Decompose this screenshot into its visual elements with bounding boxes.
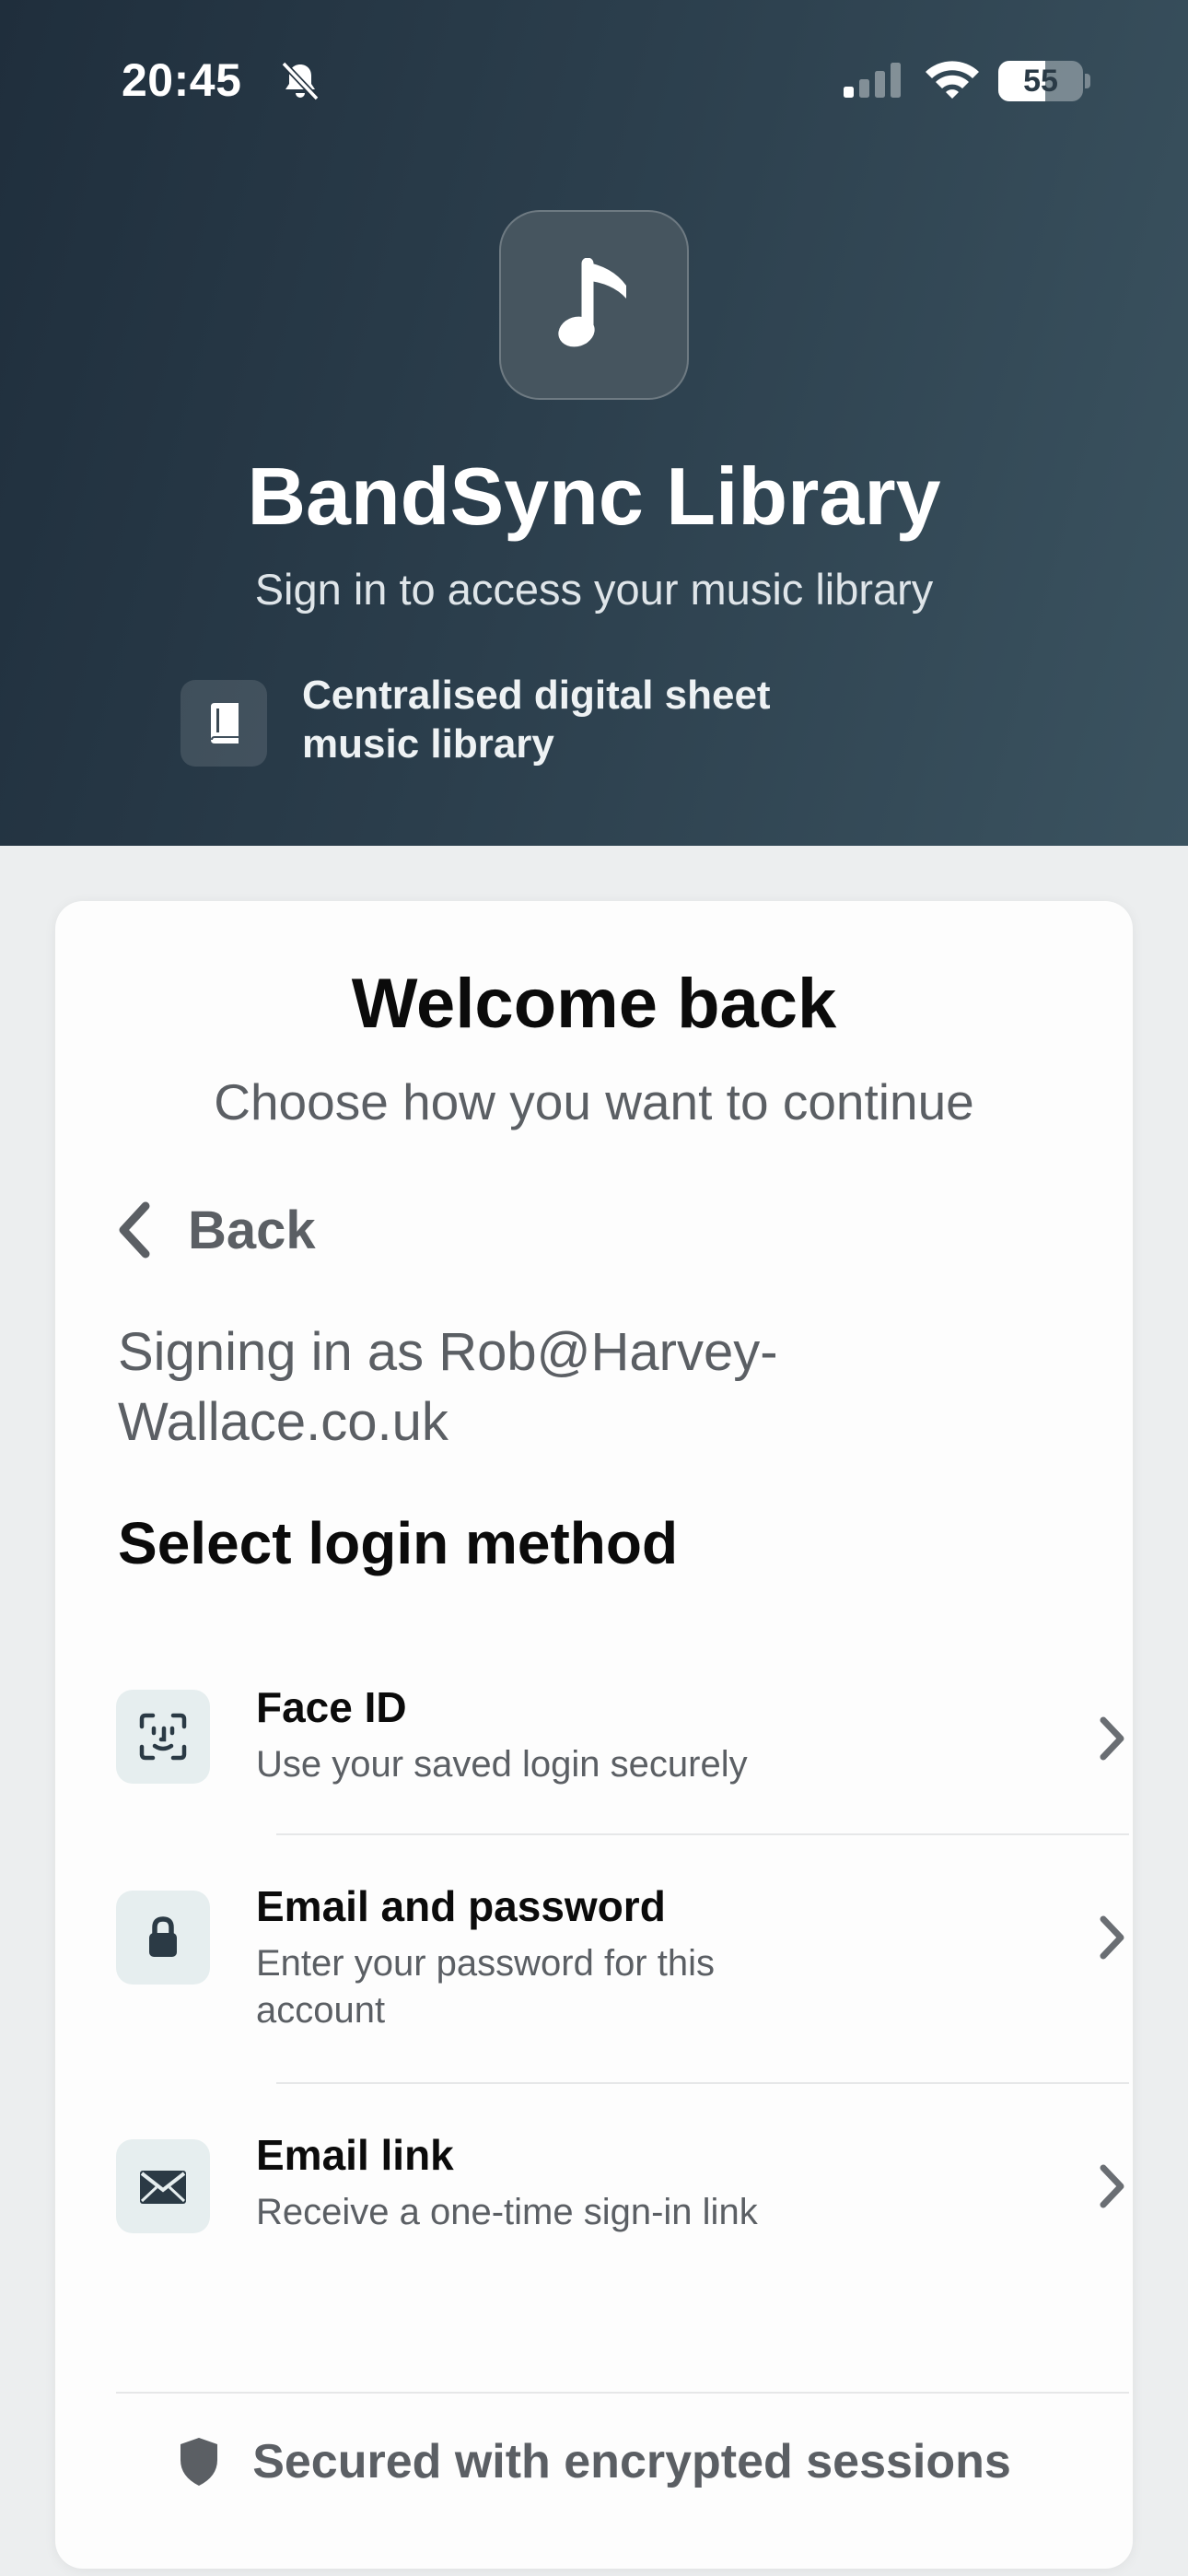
method-description: Enter your password for this account: [256, 1943, 715, 2031]
chevron-right-icon: [1100, 1716, 1124, 1761]
signing-in-as-text: Signing in as Rob@Harvey-Wallace.co.uk: [118, 1322, 778, 1452]
select-login-method-heading: Select login method: [118, 1510, 679, 1576]
face-id-icon: [139, 1713, 187, 1761]
back-button[interactable]: Back: [116, 1198, 316, 1262]
security-note-text: Secured with encrypted sessions: [252, 2435, 1011, 2488]
login-card: Welcome back Choose how you want to cont…: [55, 901, 1133, 2569]
bell-off-icon: [281, 61, 320, 101]
lock-icon: [149, 1916, 177, 1957]
method-icon-tile: [116, 1891, 210, 1985]
chevron-left-icon: [119, 1201, 150, 1259]
method-icon-tile: [116, 2139, 210, 2233]
envelope-icon: [140, 2171, 186, 2204]
login-method-face-id[interactable]: Face ID Use your saved login securely: [116, 1682, 1124, 1802]
status-time: 20:45: [122, 54, 242, 106]
login-method-email-link[interactable]: Email link Receive a one-time sign-in li…: [116, 2130, 1124, 2250]
signal-icon: [844, 63, 901, 98]
chevron-right-icon: [1100, 1915, 1124, 1960]
book-icon: [211, 703, 239, 744]
method-title: Email link: [256, 2131, 454, 2179]
card-subtitle: Choose how you want to continue: [214, 1073, 974, 1130]
battery-indicator: 55: [998, 61, 1083, 101]
back-label: Back: [188, 1200, 316, 1260]
method-title: Face ID: [256, 1683, 407, 1731]
feature-text: Centralised digital sheet music library: [302, 673, 771, 767]
wifi-icon: [926, 61, 979, 99]
security-note: Secured with encrypted sessions: [55, 2434, 1133, 2489]
login-method-email-password[interactable]: Email and password Enter your password f…: [116, 1881, 1124, 2031]
method-icon-tile: [116, 1690, 210, 1784]
chevron-right-icon: [1100, 2164, 1124, 2208]
music-note-icon: [558, 258, 626, 347]
hero-header: 20:45 55 BandSync Library Sign in to acc…: [0, 0, 1188, 846]
method-description: Receive a one-time sign-in link: [256, 2192, 758, 2232]
card-title: Welcome back: [351, 965, 837, 1043]
method-title: Email and password: [256, 1882, 666, 1930]
app-logo: [499, 210, 689, 400]
app-subtitle: Sign in to access your music library: [254, 565, 934, 614]
divider: [276, 1833, 1129, 1835]
shield-icon: [181, 2438, 218, 2486]
app-title: BandSync Library: [247, 451, 941, 542]
battery-percentage: 55: [1023, 64, 1058, 99]
footer-divider: [116, 2392, 1129, 2394]
feature-icon-tile: [181, 680, 267, 767]
divider: [276, 2082, 1129, 2084]
battery-cap: [1085, 74, 1090, 88]
method-description: Use your saved login securely: [256, 1744, 748, 1785]
